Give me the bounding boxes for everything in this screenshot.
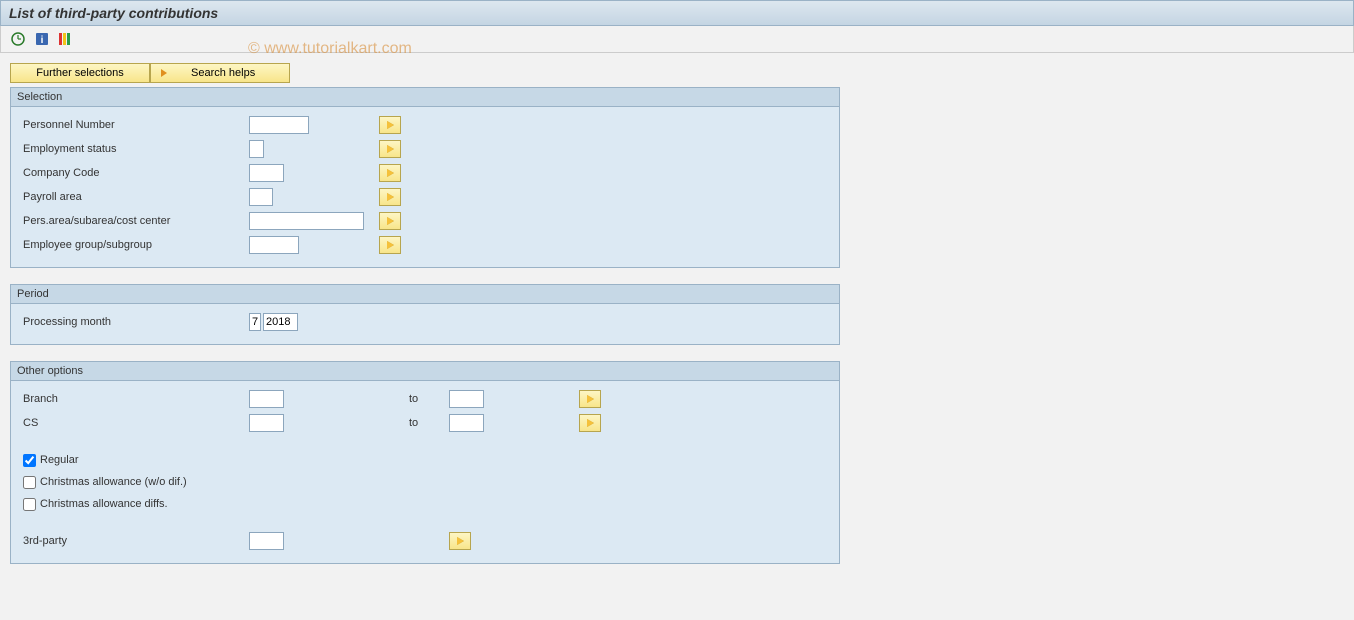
branch-from-input[interactable] (249, 390, 284, 408)
regular-label: Regular (40, 454, 79, 466)
company-code-label: Company Code (19, 167, 249, 179)
search-helps-label: Search helps (191, 67, 255, 79)
further-selections-label: Further selections (36, 67, 123, 79)
page-title: List of third-party contributions (9, 5, 218, 21)
processing-month-input[interactable] (249, 313, 261, 331)
cs-multi-button[interactable] (579, 414, 601, 432)
arrow-right-icon (387, 145, 394, 153)
company-code-input[interactable] (249, 164, 284, 182)
personnel-number-input[interactable] (249, 116, 309, 134)
arrow-right-icon (387, 121, 394, 129)
employment-status-label: Employment status (19, 143, 249, 155)
branch-to-label: to (409, 393, 449, 405)
processing-month-label: Processing month (19, 316, 249, 328)
emp-group-label: Employee group/subgroup (19, 239, 249, 251)
pers-area-input[interactable] (249, 212, 364, 230)
arrow-right-icon (161, 69, 167, 77)
third-party-input[interactable] (249, 532, 284, 550)
personnel-number-label: Personnel Number (19, 119, 249, 131)
arrow-right-icon (387, 193, 394, 201)
third-party-label: 3rd-party (19, 535, 249, 547)
toolbar: i (0, 26, 1354, 53)
payroll-area-multi-button[interactable] (379, 188, 401, 206)
employment-status-input[interactable] (249, 140, 264, 158)
branch-label: Branch (19, 393, 249, 405)
top-buttons: Further selections Search helps (10, 63, 1344, 83)
regular-checkbox[interactable] (23, 454, 36, 467)
arrow-right-icon (387, 217, 394, 225)
further-selections-button[interactable]: Further selections (10, 63, 150, 83)
arrow-right-icon (387, 169, 394, 177)
execute-icon[interactable] (9, 30, 27, 48)
content: Further selections Search helps Selectio… (0, 53, 1354, 590)
svg-text:i: i (41, 35, 44, 46)
emp-group-input[interactable] (249, 236, 299, 254)
cs-from-input[interactable] (249, 414, 284, 432)
selection-group: Selection Personnel Number Employment st… (10, 87, 840, 268)
xmas-wo-dif-label: Christmas allowance (w/o dif.) (40, 476, 187, 488)
arrow-right-icon (457, 537, 464, 545)
title-bar: List of third-party contributions (0, 0, 1354, 26)
xmas-diffs-checkbox[interactable] (23, 498, 36, 511)
other-options-group: Other options Branch to CS to Regular (10, 361, 840, 564)
pers-area-label: Pers.area/subarea/cost center (19, 215, 249, 227)
processing-year-input[interactable] (263, 313, 298, 331)
branch-to-input[interactable] (449, 390, 484, 408)
employment-status-multi-button[interactable] (379, 140, 401, 158)
variant-icon[interactable] (57, 30, 75, 48)
period-title: Period (11, 285, 839, 304)
search-helps-button[interactable]: Search helps (150, 63, 290, 83)
personnel-number-multi-button[interactable] (379, 116, 401, 134)
pers-area-multi-button[interactable] (379, 212, 401, 230)
payroll-area-label: Payroll area (19, 191, 249, 203)
arrow-right-icon (587, 419, 594, 427)
arrow-right-icon (587, 395, 594, 403)
company-code-multi-button[interactable] (379, 164, 401, 182)
cs-to-input[interactable] (449, 414, 484, 432)
emp-group-multi-button[interactable] (379, 236, 401, 254)
other-options-title: Other options (11, 362, 839, 381)
period-group: Period Processing month (10, 284, 840, 345)
cs-label: CS (19, 417, 249, 429)
info-icon[interactable]: i (33, 30, 51, 48)
xmas-diffs-label: Christmas allowance diffs. (40, 498, 168, 510)
xmas-wo-dif-checkbox[interactable] (23, 476, 36, 489)
third-party-multi-button[interactable] (449, 532, 471, 550)
branch-multi-button[interactable] (579, 390, 601, 408)
payroll-area-input[interactable] (249, 188, 273, 206)
arrow-right-icon (387, 241, 394, 249)
cs-to-label: to (409, 417, 449, 429)
selection-title: Selection (11, 88, 839, 107)
